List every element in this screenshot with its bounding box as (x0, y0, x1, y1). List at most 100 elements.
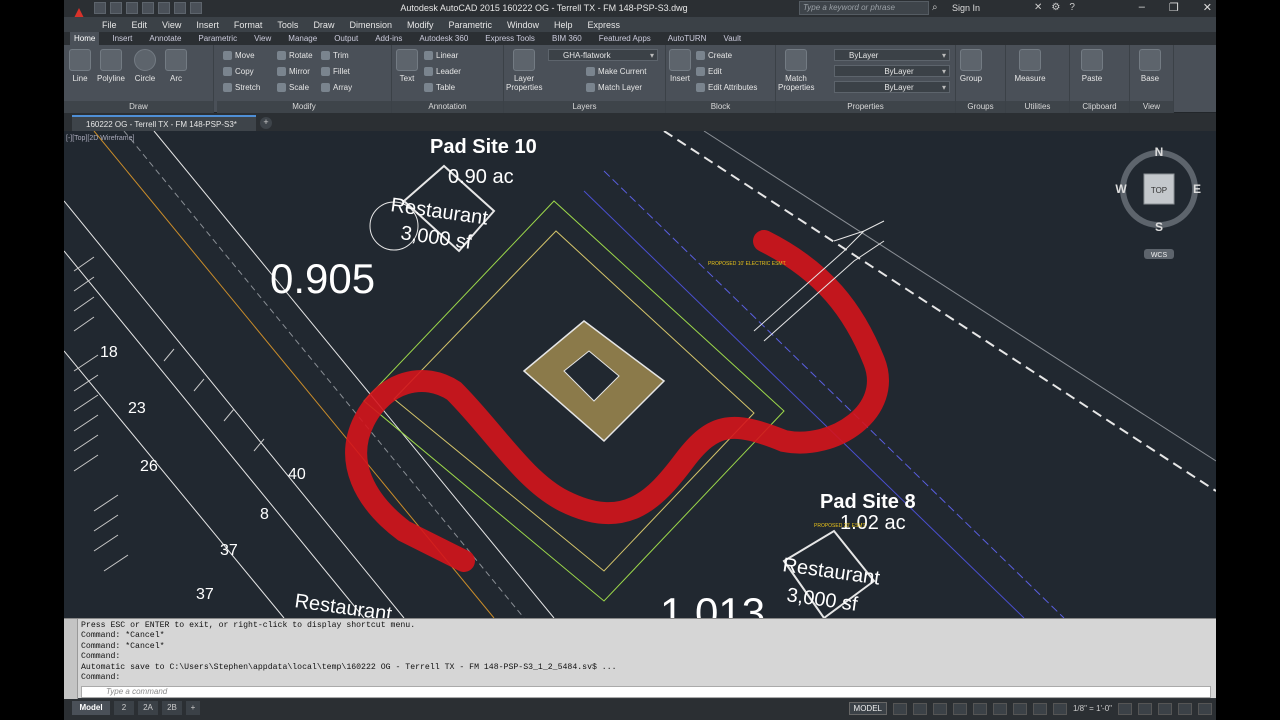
open-icon[interactable] (110, 2, 122, 14)
menu-parametric[interactable]: Parametric (449, 20, 493, 30)
tab-add-ins[interactable]: Add-ins (371, 32, 406, 45)
layout-tab-2[interactable]: 2 (114, 701, 134, 715)
move-button[interactable]: Move (223, 51, 255, 60)
command-line-grip[interactable] (64, 619, 78, 699)
viewcube-north[interactable]: N (1155, 145, 1164, 159)
file-tab-drawing[interactable]: 160222 OG - Terrell TX - FM 148-PSP-S3* (72, 115, 256, 131)
linetype-dropdown[interactable]: ByLayer (834, 65, 950, 77)
make-current-button[interactable]: Make Current (586, 67, 646, 76)
layout-tab-2a[interactable]: 2A (138, 701, 158, 715)
add-layout-plus-icon[interactable]: + (186, 701, 200, 715)
annotation-visibility-icon[interactable] (1032, 702, 1047, 715)
viewcube-south[interactable]: S (1155, 220, 1163, 234)
edit-block-button[interactable]: Edit (696, 67, 722, 76)
new-tab-plus-icon[interactable]: + (260, 117, 272, 129)
table-button[interactable]: Table (424, 83, 455, 92)
annotation-panel-title[interactable]: Annotation (392, 101, 503, 113)
measure-button[interactable]: Measure (1012, 49, 1048, 83)
snap-icon[interactable] (912, 702, 927, 715)
autoscale-icon[interactable] (1052, 702, 1067, 715)
scale-button[interactable]: Scale (277, 83, 309, 92)
groups-panel-title[interactable]: Groups (956, 101, 1005, 113)
close-icon[interactable]: ✕ (1203, 1, 1212, 14)
tab-autodesk-360[interactable]: Autodesk 360 (415, 32, 472, 45)
tab-view[interactable]: View (250, 32, 275, 45)
menu-dimension[interactable]: Dimension (349, 20, 392, 30)
model-space-button[interactable]: MODEL (848, 702, 887, 715)
customization-menu-icon[interactable] (1198, 702, 1212, 715)
menu-view[interactable]: View (162, 20, 181, 30)
menu-modify[interactable]: Modify (407, 20, 434, 30)
match-layer-button[interactable]: Match Layer (586, 83, 642, 92)
tab-parametric[interactable]: Parametric (194, 32, 241, 45)
search-input[interactable]: Type a keyword or phrase (799, 1, 929, 15)
annotation-scale[interactable]: 1/8" = 1'-0" (1073, 704, 1112, 713)
view-panel-title[interactable]: View (1130, 101, 1173, 113)
plot-icon[interactable] (158, 2, 170, 14)
tab-home[interactable]: Home (70, 32, 100, 45)
tab-manage[interactable]: Manage (284, 32, 321, 45)
copy-button[interactable]: Copy (223, 67, 254, 76)
match-properties-button[interactable]: Match Properties (778, 49, 814, 92)
insert-block-button[interactable]: Insert (668, 49, 692, 83)
menu-tools[interactable]: Tools (277, 20, 298, 30)
properties-panel-title[interactable]: Properties (776, 101, 955, 113)
osnap-icon[interactable] (972, 702, 987, 715)
trim-button[interactable]: Trim (321, 51, 349, 60)
tab-featured-apps[interactable]: Featured Apps (595, 32, 655, 45)
array-button[interactable]: Array (321, 83, 352, 92)
binoculars-icon[interactable]: ⌕ (932, 2, 944, 14)
layer-dropdown[interactable]: GHA-flatwork (548, 49, 658, 61)
undo-icon[interactable] (174, 2, 186, 14)
tab-output[interactable]: Output (330, 32, 362, 45)
utilities-panel-title[interactable]: Utilities (1006, 101, 1069, 113)
layers-panel-title[interactable]: Layers (504, 101, 665, 113)
line-button[interactable]: Line (68, 49, 92, 83)
tab-autoturn[interactable]: AutoTURN (664, 32, 711, 45)
hardware-acceleration-icon[interactable] (1158, 702, 1172, 715)
edit-attributes-button[interactable]: Edit Attributes (696, 83, 757, 92)
drawing-canvas[interactable]: Pad Site 10 0.90 ac Restaurant 3,000 sf … (64, 131, 1216, 618)
viewcube-west[interactable]: W (1115, 182, 1127, 196)
color-dropdown[interactable]: ByLayer (834, 49, 950, 61)
arc-button[interactable]: Arc (164, 49, 188, 83)
exchange-icon[interactable]: ✕ (1034, 2, 1042, 13)
stretch-button[interactable]: Stretch (223, 83, 260, 92)
paste-button[interactable]: Paste (1078, 49, 1106, 83)
tab-bim-360[interactable]: BIM 360 (548, 32, 586, 45)
tab-express-tools[interactable]: Express Tools (481, 32, 539, 45)
grid-icon[interactable] (892, 702, 907, 715)
sign-in-button[interactable]: Sign In (952, 3, 980, 13)
layout-tab-model[interactable]: Model (72, 701, 110, 715)
command-input[interactable]: Type a command (81, 686, 1211, 698)
ortho-icon[interactable] (932, 702, 947, 715)
circle-button[interactable]: Circle (132, 49, 158, 83)
create-block-button[interactable]: Create (696, 51, 732, 60)
clean-screen-icon[interactable] (1178, 702, 1192, 715)
restore-icon[interactable]: ❐ (1169, 1, 1179, 14)
menu-format[interactable]: Format (234, 20, 263, 30)
save-as-icon[interactable] (142, 2, 154, 14)
leader-button[interactable]: Leader (424, 67, 461, 76)
minimize-icon[interactable]: – (1139, 1, 1145, 14)
account-icon[interactable]: ⚙ (1051, 2, 1060, 13)
tab-insert[interactable]: Insert (108, 32, 136, 45)
layout-tab-2b[interactable]: 2B (162, 701, 182, 715)
menu-edit[interactable]: Edit (132, 20, 148, 30)
tab-annotate[interactable]: Annotate (145, 32, 185, 45)
tab-vault[interactable]: Vault (719, 32, 745, 45)
block-panel-title[interactable]: Block (666, 101, 775, 113)
layer-properties-button[interactable]: Layer Properties (506, 49, 542, 92)
fillet-button[interactable]: Fillet (321, 67, 350, 76)
lineweight-dropdown[interactable]: ByLayer (834, 81, 950, 93)
menu-express[interactable]: Express (588, 20, 621, 30)
menu-help[interactable]: Help (554, 20, 573, 30)
mirror-button[interactable]: Mirror (277, 67, 310, 76)
menu-window[interactable]: Window (507, 20, 539, 30)
viewcube-east[interactable]: E (1193, 182, 1201, 196)
text-button[interactable]: Text (396, 49, 418, 83)
help-icon[interactable]: ? (1069, 2, 1075, 13)
viewport-controls[interactable]: [-][Top][2D Wireframe] (66, 135, 134, 142)
lineweight-icon[interactable] (1012, 702, 1027, 715)
clipboard-panel-title[interactable]: Clipboard (1070, 101, 1129, 113)
